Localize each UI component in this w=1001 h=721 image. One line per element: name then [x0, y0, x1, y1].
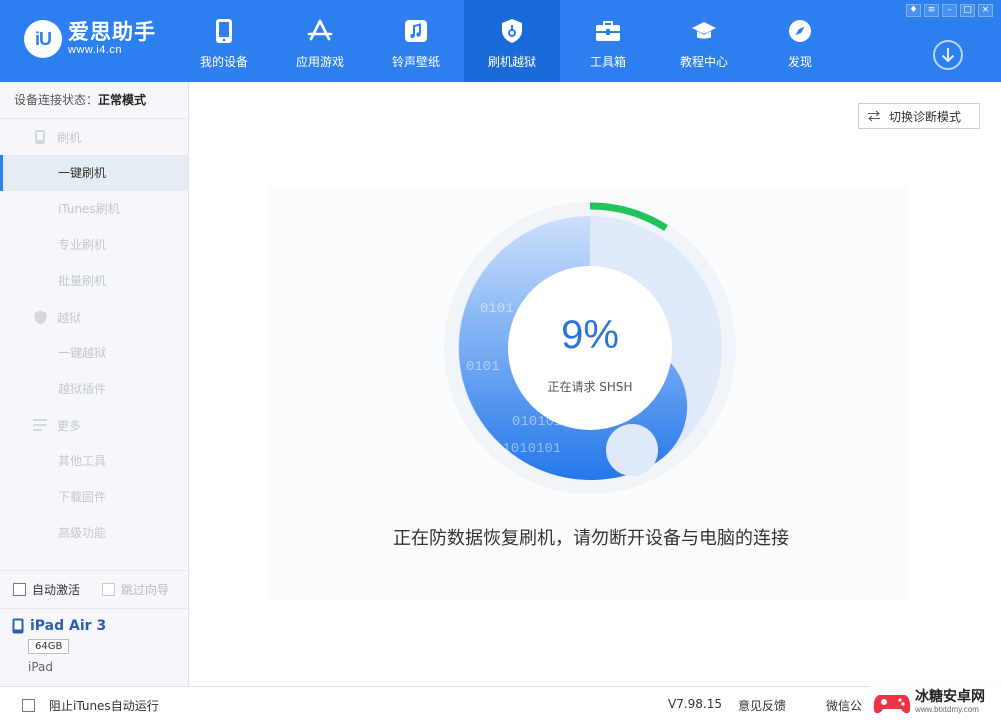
skip-guide-label: 跳过向导: [121, 583, 170, 597]
section-flash[interactable]: 刷机: [0, 119, 188, 155]
sidebar-item-download-firmware[interactable]: 下载固件: [0, 479, 188, 515]
connection-status: 设备连接状态：正常模式: [0, 82, 188, 119]
logo-mark: iU: [24, 20, 62, 58]
toolbox-icon: [595, 18, 621, 44]
nav-discover[interactable]: 发现: [752, 0, 848, 82]
nav-toolbox[interactable]: 工具箱: [560, 0, 656, 82]
sidebar-item-one-click-jailbreak[interactable]: 一键越狱: [0, 335, 188, 371]
section-title: 更多: [57, 418, 82, 433]
nav-my-device[interactable]: 我的设备: [176, 0, 272, 82]
version-label: V7.98.15: [668, 697, 723, 711]
block-itunes-label: 阻止iTunes自动运行: [49, 699, 159, 713]
nav-label: 工具箱: [589, 55, 626, 69]
menu-icon[interactable]: ≡: [924, 4, 939, 17]
device-type: iPad: [28, 660, 54, 674]
swap-arrows-icon: [868, 110, 880, 122]
device-info: iPad Air 3 64GB iPad: [0, 608, 189, 686]
auto-activate-label: 自动激活: [32, 583, 81, 597]
switch-diagnose-mode-button[interactable]: 切换诊断模式: [858, 103, 980, 129]
wechat-link[interactable]: 微信公: [826, 697, 862, 714]
device-capacity-badge: 64GB: [28, 639, 70, 654]
music-note-icon: [403, 18, 429, 44]
app-url: www.i4.cn: [68, 44, 123, 56]
nav-label: 我的设备: [199, 55, 248, 69]
skip-guide-checkbox[interactable]: [102, 583, 116, 596]
maximize-icon[interactable]: □: [960, 4, 975, 17]
watermark-name: 冰糖安卓网: [915, 688, 985, 705]
gamepad-logo-icon: [873, 694, 911, 713]
list-icon: [33, 418, 47, 432]
sidebar-item-batch-flash[interactable]: 批量刷机: [0, 263, 188, 299]
progress-status: 正在请求 SHSH: [547, 380, 633, 394]
progress-percent: 9%: [561, 313, 619, 357]
status-value: 正常模式: [98, 93, 147, 107]
nav-tutorials[interactable]: 教程中心: [656, 0, 752, 82]
top-bar: iU 爱思助手 www.i4.cn 我的设备 应用游戏 铃声壁纸 刷机越狱 工具…: [0, 0, 1001, 82]
download-button[interactable]: [933, 40, 963, 70]
sidebar-item-other-tools[interactable]: 其他工具: [0, 443, 188, 479]
sidebar-item-jailbreak-plugins[interactable]: 越狱插件: [0, 371, 188, 407]
nav-label: 刷机越狱: [487, 55, 536, 69]
minimize-icon[interactable]: –: [942, 4, 957, 17]
main-content: 切换诊断模式 0101 0101 010101 01010101 01: [190, 82, 1001, 686]
svg-text:01010101: 01010101: [494, 441, 561, 457]
close-icon[interactable]: ×: [978, 4, 993, 17]
auto-activate-checkbox[interactable]: [13, 583, 26, 596]
status-label: 设备连接状态：: [14, 93, 99, 107]
download-arrow-icon: [941, 48, 955, 63]
nav-ringtones-wallpapers[interactable]: 铃声壁纸: [368, 0, 464, 82]
app-store-icon: [307, 18, 333, 44]
nav-flash-jailbreak[interactable]: 刷机越狱: [464, 0, 560, 82]
shield-icon: [33, 310, 47, 324]
block-itunes-checkbox[interactable]: [22, 699, 35, 712]
graduation-cap-icon: [691, 18, 717, 44]
shield-key-icon: [499, 18, 525, 44]
diagnose-button-label: 切换诊断模式: [889, 109, 962, 124]
section-title: 越狱: [57, 310, 82, 325]
watermark-url: www.btxtdmy.com: [915, 704, 979, 714]
section-title: 刷机: [57, 130, 82, 145]
sidebar-item-advanced[interactable]: 高级功能: [0, 515, 188, 551]
nav-label: 应用游戏: [295, 55, 344, 69]
main-nav: 我的设备 应用游戏 铃声壁纸 刷机越狱 工具箱 教程中心 发现: [176, 0, 848, 82]
sidebar-item-pro-flash[interactable]: 专业刷机: [0, 227, 188, 263]
flash-options: 自动激活 跳过向导: [0, 570, 189, 608]
section-more[interactable]: 更多: [0, 407, 188, 443]
svg-text:0101: 0101: [466, 359, 500, 375]
section-jailbreak[interactable]: 越狱: [0, 299, 188, 335]
sidebar-item-itunes-flash[interactable]: iTunes刷机: [0, 191, 188, 227]
phone-icon: [33, 130, 47, 144]
sidebar-item-one-click-flash[interactable]: 一键刷机: [0, 155, 188, 191]
tablet-icon: [211, 18, 237, 44]
ring-wave-head: [606, 424, 658, 476]
site-watermark: 冰糖安卓网 www.btxtdmy.com: [870, 682, 1001, 721]
progress-ring: 0101 0101 010101 01010101 01 9% 正在请求 SHS…: [442, 200, 738, 496]
nav-label: 教程中心: [679, 55, 728, 69]
tablet-icon: [12, 618, 24, 634]
feedback-link[interactable]: 意见反馈: [738, 697, 786, 714]
window-controls: ♦ ≡ – □ ×: [906, 4, 993, 17]
app-name: 爱思助手: [68, 20, 156, 44]
nav-label: 发现: [787, 55, 812, 69]
app-logo: iU 爱思助手 www.i4.cn: [24, 20, 156, 58]
nav-label: 铃声壁纸: [391, 55, 440, 69]
device-name: iPad Air 3: [30, 618, 107, 634]
status-bar: 阻止iTunes自动运行 V7.98.15 意见反馈 微信公: [0, 686, 1001, 721]
skin-icon[interactable]: ♦: [906, 4, 921, 17]
nav-apps-games[interactable]: 应用游戏: [272, 0, 368, 82]
flash-warning-text: 正在防数据恢复刷机，请勿断开设备与电脑的连接: [393, 528, 789, 549]
compass-icon: [787, 18, 813, 44]
sidebar: 设备连接状态：正常模式 刷机 一键刷机 iTunes刷机 专业刷机 批量刷机 越…: [0, 82, 189, 686]
